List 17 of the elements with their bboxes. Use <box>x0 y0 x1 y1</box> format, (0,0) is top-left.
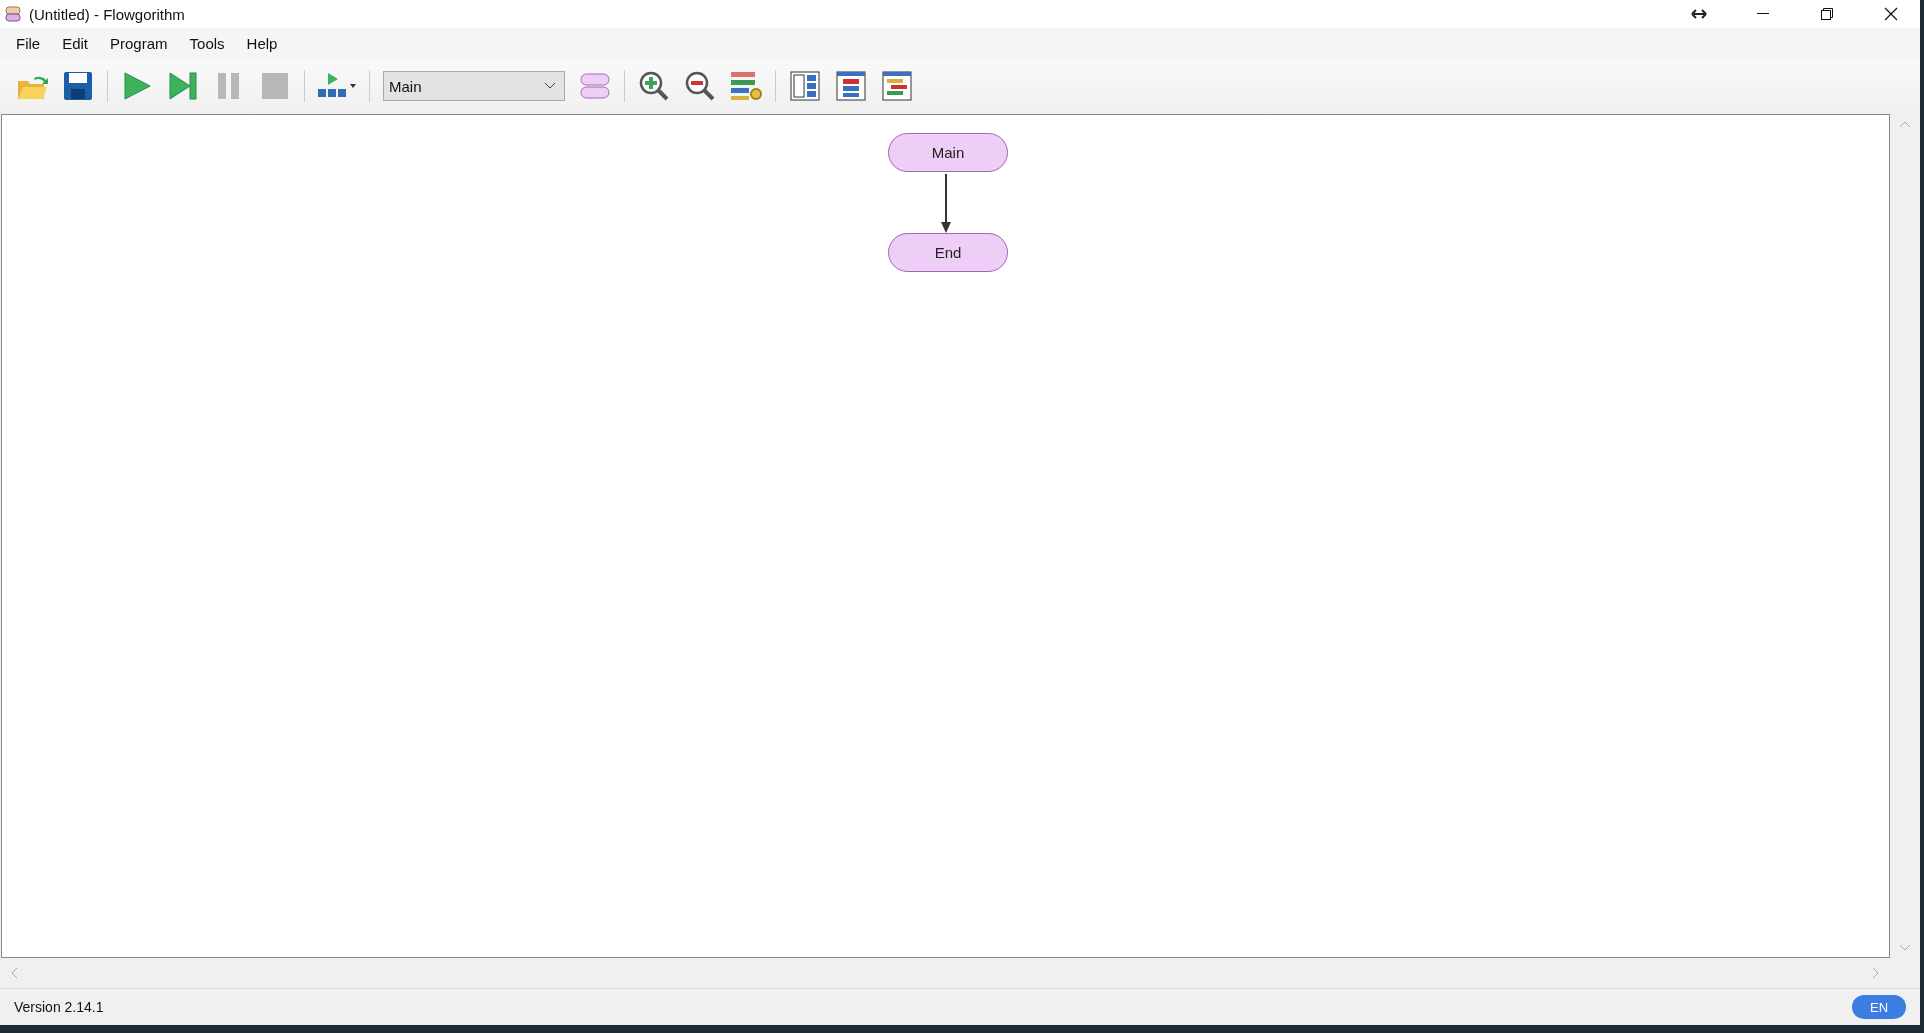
maximize-icon[interactable] <box>1821 8 1833 20</box>
menu-item[interactable]: Program <box>100 30 178 56</box>
window-title: (Untitled) - Flowgorithm <box>29 5 185 23</box>
minimize-icon[interactable] <box>1757 13 1769 15</box>
flow-arrow <box>940 174 952 234</box>
function-dropdown[interactable]: Main <box>383 71 565 101</box>
menu-item[interactable]: Edit <box>52 30 99 56</box>
terminal-node: Main <box>888 133 1008 172</box>
menu-item[interactable]: File <box>6 30 51 56</box>
app-icon <box>3 4 23 24</box>
caret-icon <box>544 82 556 90</box>
language-button[interactable]: EN <box>1852 995 1906 1019</box>
menu-item[interactable]: Tools <box>179 30 235 56</box>
close-icon[interactable] <box>1884 7 1898 21</box>
version-label: Version 2.14.1 <box>14 999 104 1015</box>
menu-item[interactable]: Help <box>236 30 288 56</box>
terminal-node: End <box>888 233 1008 272</box>
